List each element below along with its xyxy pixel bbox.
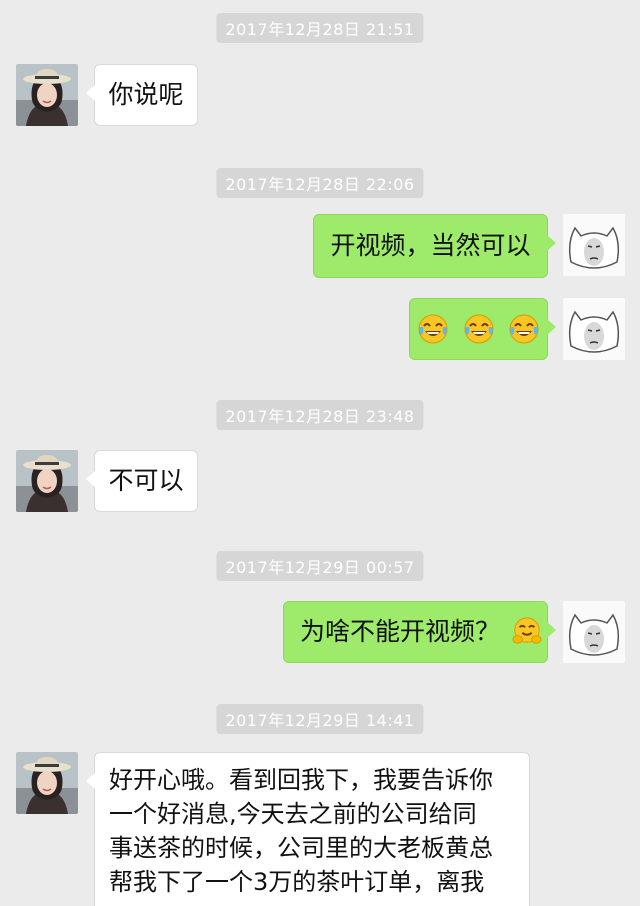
cartoon-cat-face-icon bbox=[563, 298, 625, 360]
outgoing-message[interactable] bbox=[409, 298, 556, 360]
chat-conversation: 2017年12月28日 21:51 你说呢 2017年12月28日 22:06 … bbox=[0, 0, 640, 906]
hugging-face-emoji-icon bbox=[512, 617, 542, 644]
message-line: 好开心哦。看到回我下，我要告诉你 bbox=[109, 766, 493, 794]
incoming-message[interactable]: 好开心哦。看到回我下，我要告诉你 一个好消息,今天去之前的公司给同 事送茶的时候… bbox=[86, 752, 530, 906]
message-line: 一个好消息,今天去之前的公司给同 bbox=[109, 800, 477, 828]
message-text: 为啥不能开视频？ bbox=[300, 617, 501, 646]
outgoing-message[interactable]: 开视频，当然可以 bbox=[313, 214, 556, 278]
girl-with-hat-avatar-icon bbox=[16, 450, 78, 512]
cartoon-cat-face-icon bbox=[563, 601, 625, 663]
girl-with-hat-avatar-icon bbox=[16, 752, 78, 814]
timestamp: 2017年12月28日 21:51 bbox=[216, 13, 424, 43]
contact-avatar[interactable] bbox=[16, 752, 78, 814]
girl-with-hat-avatar-icon bbox=[16, 64, 78, 126]
timestamp: 2017年12月28日 22:06 bbox=[216, 168, 424, 198]
tears-of-joy-emoji-icon bbox=[509, 314, 539, 344]
timestamp: 2017年12月29日 14:41 bbox=[216, 704, 424, 734]
timestamp: 2017年12月29日 00:57 bbox=[216, 551, 424, 581]
contact-avatar[interactable] bbox=[16, 450, 78, 512]
outgoing-message[interactable]: 为啥不能开视频？ bbox=[283, 601, 556, 663]
message-line: 帮我下了一个3万的茶叶订单，离我 bbox=[109, 868, 485, 896]
message-text: 你说呢 bbox=[108, 80, 184, 109]
message-text: 不可以 bbox=[108, 466, 184, 495]
my-avatar[interactable] bbox=[563, 214, 625, 276]
incoming-message[interactable]: 不可以 bbox=[86, 450, 198, 512]
incoming-message[interactable]: 你说呢 bbox=[86, 64, 198, 126]
tears-of-joy-emoji-icon bbox=[418, 314, 448, 344]
tears-of-joy-emoji-icon bbox=[464, 314, 493, 344]
timestamp: 2017年12月28日 23:48 bbox=[216, 400, 424, 430]
my-avatar[interactable] bbox=[563, 298, 625, 360]
cartoon-cat-face-icon bbox=[563, 214, 625, 276]
contact-avatar[interactable] bbox=[16, 64, 78, 126]
my-avatar[interactable] bbox=[563, 601, 625, 663]
message-line: 事送茶的时候，公司里的大老板黄总 bbox=[109, 834, 493, 862]
message-text: 开视频，当然可以 bbox=[330, 231, 531, 260]
